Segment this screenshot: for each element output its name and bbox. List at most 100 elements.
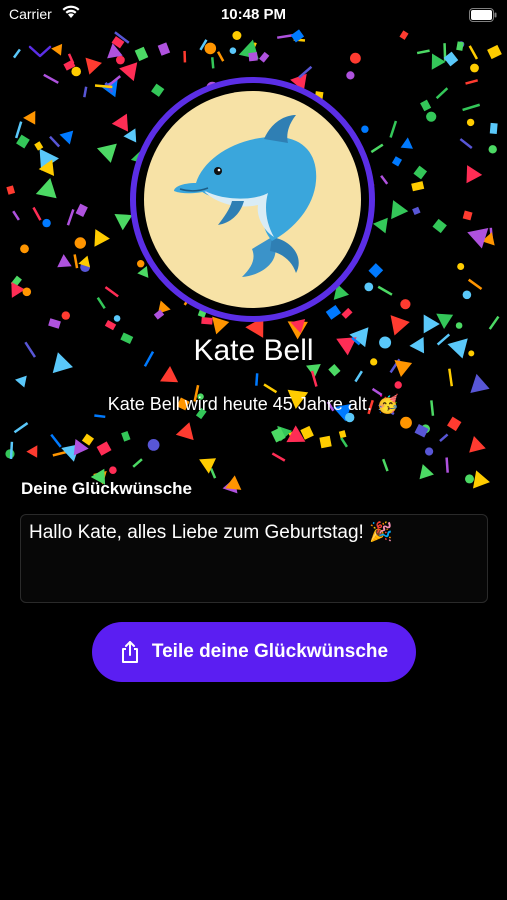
confetti-piece xyxy=(52,450,70,457)
confetti-piece xyxy=(100,79,118,98)
confetti-piece xyxy=(416,49,430,55)
confetti-piece xyxy=(13,422,29,434)
confetti-piece xyxy=(111,113,129,132)
confetti-piece xyxy=(487,44,502,60)
confetti-piece xyxy=(443,43,447,61)
confetti-piece xyxy=(232,31,242,40)
confetti-piece xyxy=(488,315,500,330)
confetti-piece xyxy=(350,52,361,64)
share-button-label: Teile deine Glückwünsche xyxy=(151,641,389,662)
wishes-text[interactable]: Hallo Kate, alles Liebe zum Geburtstag! … xyxy=(29,521,479,545)
confetti-piece xyxy=(105,75,122,89)
confetti-piece xyxy=(465,474,474,484)
confetti-piece xyxy=(123,128,137,143)
confetti-piece xyxy=(298,65,313,79)
confetti-piece xyxy=(14,121,23,139)
confetti-piece xyxy=(199,458,217,474)
confetti-piece xyxy=(48,318,61,329)
confetti-piece xyxy=(114,31,130,44)
confetti-piece xyxy=(380,175,389,185)
collapse-button[interactable] xyxy=(26,42,54,62)
confetti-piece xyxy=(74,237,87,249)
confetti-piece xyxy=(431,53,446,70)
confetti-piece xyxy=(83,86,88,98)
wishes-textarea[interactable]: Hallo Kate, alles Liebe zum Geburtstag! … xyxy=(20,514,488,603)
confetti-piece xyxy=(310,370,318,387)
confetti-piece xyxy=(276,33,293,39)
confetti-piece xyxy=(94,229,110,247)
share-button[interactable]: Teile deine Glückwünsche xyxy=(92,622,416,682)
confetti-piece xyxy=(209,468,217,479)
confetti-piece xyxy=(201,317,213,325)
confetti-piece xyxy=(435,87,449,100)
confetti-piece xyxy=(413,165,428,180)
confetti-piece xyxy=(319,435,332,449)
confetti-piece xyxy=(466,165,483,184)
confetti-piece xyxy=(49,135,61,148)
confetti-piece xyxy=(325,305,342,320)
confetti-piece xyxy=(346,71,355,80)
confetti-piece xyxy=(67,53,75,64)
confetti-piece xyxy=(370,143,384,154)
confetti-piece xyxy=(340,437,348,448)
confetti-piece xyxy=(199,39,208,51)
confetti-piece xyxy=(22,287,32,297)
confetti-piece xyxy=(229,47,237,54)
confetti-piece xyxy=(35,177,57,199)
confetti-piece xyxy=(372,217,388,234)
confetti-piece xyxy=(400,416,412,429)
confetti-piece xyxy=(132,458,143,468)
confetti-piece xyxy=(390,315,410,336)
confetti-piece xyxy=(151,83,165,97)
confetti-piece xyxy=(286,425,306,443)
confetti-piece xyxy=(216,51,225,62)
confetti-piece xyxy=(78,255,91,268)
confetti-piece xyxy=(134,46,149,62)
confetti-piece xyxy=(116,55,125,65)
confetti-piece xyxy=(455,322,463,329)
confetti-piece xyxy=(400,299,411,310)
confetti-piece xyxy=(38,159,55,177)
confetti-piece xyxy=(489,122,498,134)
confetti-piece xyxy=(15,375,27,388)
avatar xyxy=(144,91,361,308)
confetti-piece xyxy=(39,148,59,171)
confetti-piece xyxy=(107,43,123,59)
confetti-piece xyxy=(85,57,102,75)
share-icon xyxy=(121,641,138,663)
confetti-piece xyxy=(59,130,74,145)
confetti-piece xyxy=(443,51,459,67)
confetti-piece xyxy=(462,210,473,221)
confetti-piece xyxy=(399,30,409,40)
confetti-piece xyxy=(290,29,305,43)
confetti-piece xyxy=(6,185,16,195)
confetti-piece xyxy=(222,477,238,494)
confetti-piece xyxy=(432,218,447,234)
confetti-piece xyxy=(204,42,217,55)
confetti-piece xyxy=(11,281,26,298)
confetti-piece xyxy=(364,282,374,292)
clock: 10:48 PM xyxy=(220,6,287,23)
confetti-piece xyxy=(42,218,51,228)
confetti-piece xyxy=(61,444,80,462)
confetti-piece xyxy=(104,320,117,331)
confetti-piece xyxy=(400,137,413,149)
confetti-piece xyxy=(211,57,215,69)
confetti-piece xyxy=(354,370,363,383)
confetti-piece xyxy=(458,41,465,48)
confetti-piece xyxy=(75,203,88,217)
confetti-piece xyxy=(248,42,257,58)
confetti-piece xyxy=(160,365,179,383)
confetti-piece xyxy=(32,206,42,221)
confetti-piece xyxy=(263,383,278,394)
confetti-piece xyxy=(467,278,483,291)
confetti-piece xyxy=(414,424,429,438)
confetti-piece xyxy=(420,99,432,112)
confetti-piece xyxy=(293,38,306,42)
confetti-piece xyxy=(5,449,15,459)
chevron-down-icon xyxy=(28,45,52,58)
confetti-piece xyxy=(419,464,434,480)
confetti-piece xyxy=(439,433,449,443)
confetti-piece xyxy=(412,206,421,216)
confetti-piece xyxy=(9,441,14,460)
